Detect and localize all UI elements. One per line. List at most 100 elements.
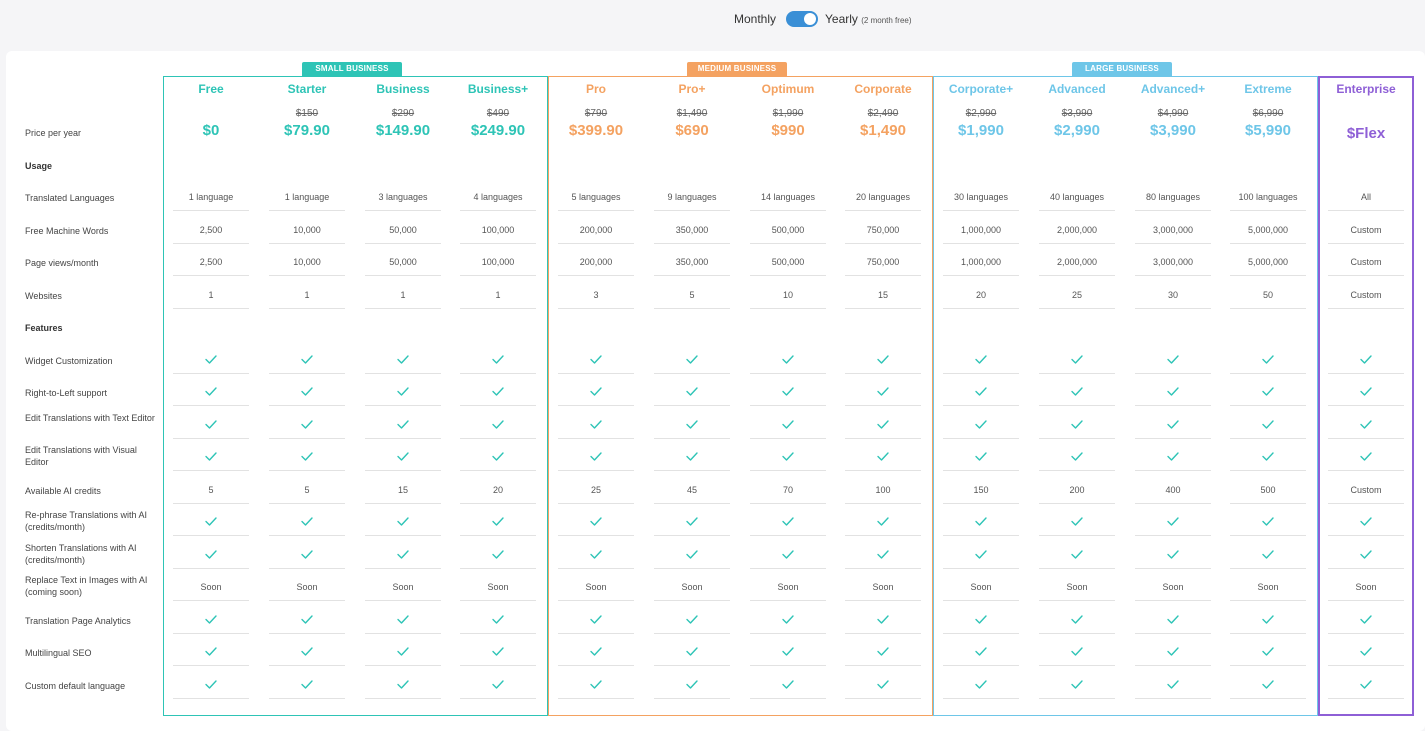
check-icon xyxy=(877,615,889,624)
cell-divider xyxy=(1328,243,1404,244)
row-label: Translated Languages xyxy=(25,193,115,203)
plan-name[interactable]: Starter xyxy=(262,82,352,96)
cell-divider xyxy=(750,210,826,211)
table-cell: 3,000,000 xyxy=(1152,225,1194,235)
table-cell: Custom xyxy=(1350,225,1382,235)
table-cell: 5 xyxy=(208,485,214,495)
check-icon xyxy=(975,615,987,624)
check-icon xyxy=(590,680,602,689)
table-cell: 500 xyxy=(1260,485,1276,495)
check-icon xyxy=(782,550,794,559)
check-icon xyxy=(877,420,889,429)
plan-old-price: $1,990 xyxy=(772,108,804,119)
plan-price: $990 xyxy=(771,122,805,139)
cell-divider xyxy=(365,503,441,504)
cell-divider xyxy=(1135,210,1211,211)
check-icon xyxy=(877,680,889,689)
billing-period-switch[interactable] xyxy=(786,11,818,27)
check-icon xyxy=(492,387,504,396)
table-cell: 25 xyxy=(1071,290,1082,300)
cell-divider xyxy=(1039,568,1115,569)
plan-name[interactable]: Pro xyxy=(551,82,641,96)
cell-divider xyxy=(1039,503,1115,504)
cell-divider xyxy=(1135,698,1211,699)
row-label: Right-to-Left support xyxy=(25,388,108,398)
cell-divider xyxy=(173,698,249,699)
check-icon xyxy=(1262,550,1274,559)
plan-name[interactable]: Corporate xyxy=(838,82,928,96)
plan-group-box xyxy=(933,76,1318,716)
cell-divider xyxy=(845,503,921,504)
cell-divider xyxy=(269,665,345,666)
table-cell: 20 xyxy=(492,485,503,495)
table-cell: 200,000 xyxy=(579,225,613,235)
table-cell: 15 xyxy=(877,290,888,300)
plan-name[interactable]: Extreme xyxy=(1223,82,1313,96)
cell-divider xyxy=(943,633,1019,634)
check-icon xyxy=(397,517,409,526)
plan-price: $249.90 xyxy=(470,122,526,139)
cell-divider xyxy=(1230,470,1306,471)
cell-divider xyxy=(750,535,826,536)
cell-divider xyxy=(1230,405,1306,406)
check-icon xyxy=(1167,452,1179,461)
cell-divider xyxy=(173,275,249,276)
table-cell: Soon xyxy=(777,582,799,592)
plan-name[interactable]: Enterprise xyxy=(1321,82,1411,96)
plan-name[interactable]: Advanced+ xyxy=(1128,82,1218,96)
cell-divider xyxy=(654,275,730,276)
plan-name[interactable]: Advanced xyxy=(1032,82,1122,96)
cell-divider xyxy=(1328,308,1404,309)
table-cell: 20 languages xyxy=(855,192,911,202)
table-cell: 1 language xyxy=(188,192,234,202)
table-cell: Soon xyxy=(1066,582,1088,592)
table-cell: 150 xyxy=(973,485,989,495)
cell-divider xyxy=(1328,503,1404,504)
table-cell: 200 xyxy=(1069,485,1085,495)
plan-name[interactable]: Corporate+ xyxy=(936,82,1026,96)
check-icon xyxy=(1360,647,1372,656)
cell-divider xyxy=(943,275,1019,276)
table-cell: 5 xyxy=(689,290,695,300)
plan-price: $5,990 xyxy=(1245,122,1291,139)
cell-divider xyxy=(269,438,345,439)
check-icon xyxy=(877,387,889,396)
check-icon xyxy=(301,647,313,656)
cell-divider xyxy=(1230,633,1306,634)
plan-old-price: $490 xyxy=(486,108,510,119)
check-icon xyxy=(1071,550,1083,559)
check-icon xyxy=(975,680,987,689)
cell-divider xyxy=(558,665,634,666)
monthly-label[interactable]: Monthly xyxy=(734,12,776,26)
check-icon xyxy=(492,550,504,559)
cell-divider xyxy=(365,275,441,276)
cell-divider xyxy=(460,633,536,634)
cell-divider xyxy=(845,698,921,699)
plan-price: $3,990 xyxy=(1150,122,1196,139)
cell-divider xyxy=(269,470,345,471)
cell-divider xyxy=(654,243,730,244)
plan-name[interactable]: Optimum xyxy=(743,82,833,96)
cell-divider xyxy=(269,600,345,601)
cell-divider xyxy=(460,568,536,569)
cell-divider xyxy=(654,698,730,699)
cell-divider xyxy=(654,568,730,569)
plan-name[interactable]: Free xyxy=(166,82,256,96)
cell-divider xyxy=(1135,633,1211,634)
check-icon xyxy=(1071,452,1083,461)
plan-name[interactable]: Pro+ xyxy=(647,82,737,96)
plan-name[interactable]: Business+ xyxy=(453,82,543,96)
plan-price: $149.90 xyxy=(375,122,431,139)
cell-divider xyxy=(365,470,441,471)
check-icon xyxy=(686,680,698,689)
check-icon xyxy=(975,550,987,559)
yearly-label[interactable]: Yearly (2 month free) xyxy=(825,12,912,26)
table-cell: 350,000 xyxy=(675,257,709,267)
switch-knob xyxy=(804,13,816,25)
cell-divider xyxy=(365,535,441,536)
table-cell: 400 xyxy=(1165,485,1181,495)
cell-divider xyxy=(750,503,826,504)
cell-divider xyxy=(173,308,249,309)
cell-divider xyxy=(173,503,249,504)
plan-name[interactable]: Business xyxy=(358,82,448,96)
